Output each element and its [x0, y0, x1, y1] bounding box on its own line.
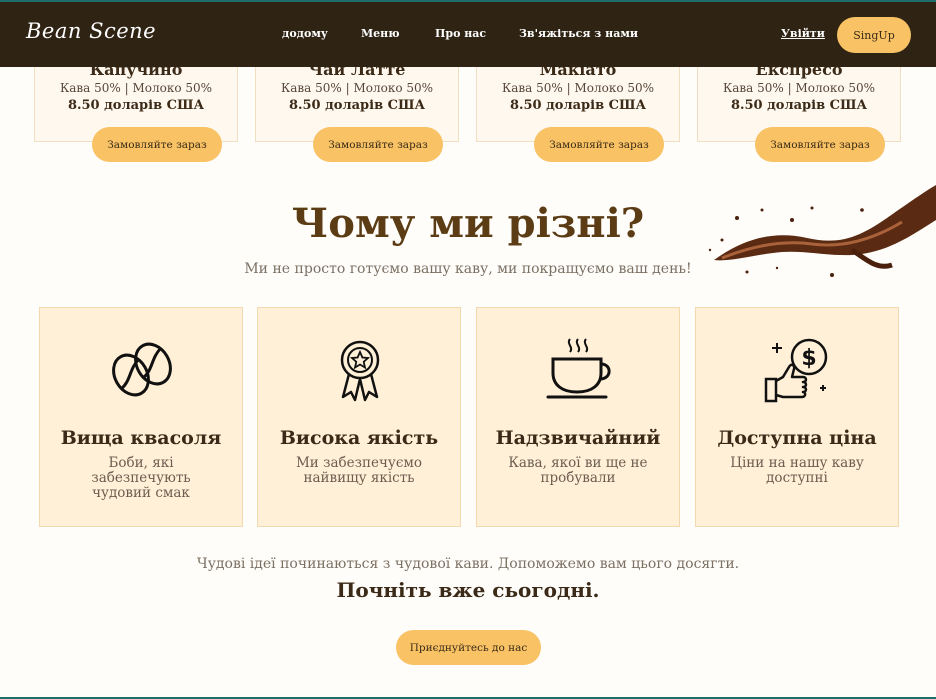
signup-button[interactable]: SingUp: [837, 17, 911, 53]
product-price: 8.50 доларів США: [288, 98, 426, 113]
logo[interactable]: Bean Scene: [26, 19, 156, 43]
cta-title: Почніть вже сьогодні.: [336, 578, 600, 602]
order-now-button[interactable]: Замовляйте зараз: [313, 127, 443, 162]
feature-title: Доступна ціна: [717, 427, 877, 449]
coffee-beans-icon: [112, 342, 172, 397]
navbar: Bean Scene додому Меню Про нас Зв'яжітьс…: [0, 2, 936, 67]
nav-link-about[interactable]: Про нас: [435, 27, 486, 40]
feature-description: Боби, які забезпечують чудовий смак: [91, 455, 191, 501]
login-link[interactable]: Увійти: [781, 27, 825, 40]
feature-title: Висока якість: [279, 427, 439, 449]
feature-title: Надзвичайний: [495, 427, 661, 449]
order-now-button[interactable]: Замовляйте зараз: [92, 127, 222, 162]
svg-text:$: $: [801, 346, 816, 371]
feature-description: Ми забезпечуємо найвищу якість: [295, 455, 423, 486]
feature-card-price: $ Доступна ціна Ціни на нашу каву доступ…: [695, 307, 899, 527]
product-composition: Кава 50% | Молоко 50%: [59, 81, 213, 95]
coffee-cup-icon: [546, 338, 611, 399]
product-composition: Кава 50% | Молоко 50%: [280, 81, 434, 95]
feature-card-extraordinary: Надзвичайний Кава, якої ви ще не пробува…: [476, 307, 680, 527]
join-us-button[interactable]: Приєднуйтесь до нас: [396, 630, 541, 665]
feature-description: Кава, якої ви ще не пробували: [508, 455, 648, 486]
feature-title: Вища квасоля: [60, 427, 222, 449]
product-price: 8.50 доларів США: [67, 98, 205, 113]
feature-card-quality: Висока якість Ми забезпечуємо найвищу як…: [257, 307, 461, 527]
product-composition: Кава 50% | Молоко 50%: [722, 81, 876, 95]
award-badge-icon: [340, 340, 380, 402]
product-price: 8.50 доларів США: [509, 98, 647, 113]
feature-description: Ціни на нашу каву доступні: [730, 455, 864, 486]
cta-tagline: Чудові ідеї починаються з чудової кави. …: [196, 556, 740, 572]
product-composition: Кава 50% | Молоко 50%: [501, 81, 655, 95]
thumbs-up-dollar-icon: $: [764, 338, 828, 403]
order-now-button[interactable]: Замовляйте зараз: [534, 127, 664, 162]
nav-link-menu[interactable]: Меню: [361, 27, 400, 40]
coffee-splash-image: [708, 185, 936, 277]
nav-link-contact[interactable]: Зв'яжіться з нами: [519, 27, 638, 40]
nav-link-home[interactable]: додому: [282, 27, 328, 40]
order-now-button[interactable]: Замовляйте зараз: [755, 127, 885, 162]
product-price: 8.50 доларів США: [730, 98, 868, 113]
feature-card-beans: Вища квасоля Боби, які забезпечують чудо…: [39, 307, 243, 527]
